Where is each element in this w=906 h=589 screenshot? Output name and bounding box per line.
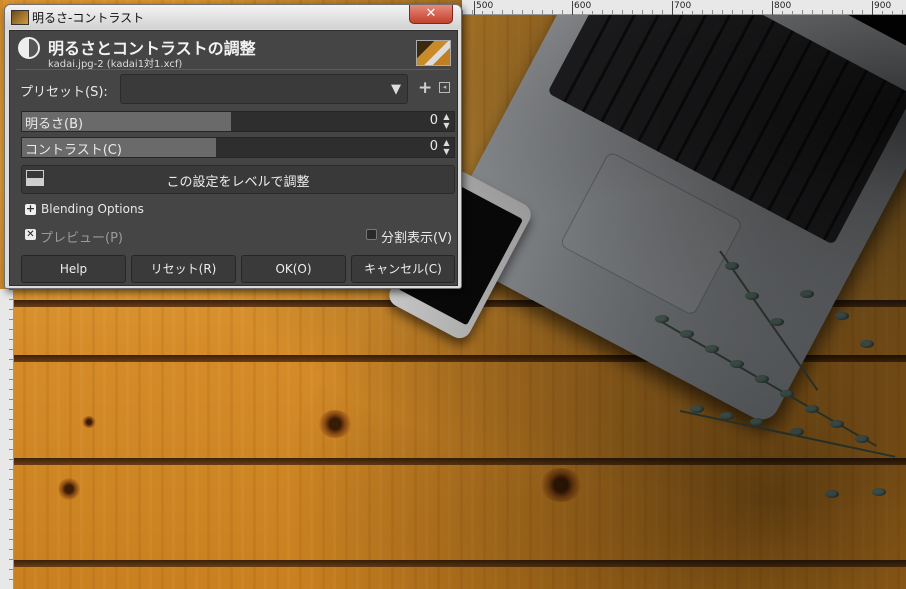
window-title: 明るさ-コントラスト: [32, 11, 145, 25]
brightness-value[interactable]: 0: [430, 113, 438, 128]
dialog-titlebar[interactable]: 明るさ-コントラスト ✕: [5, 5, 461, 29]
reset-button[interactable]: リセット(R): [131, 255, 236, 283]
brightness-contrast-dialog: 明るさ-コントラスト ✕ 明るさとコントラストの調整 kadai.jpg-2 (…: [4, 4, 462, 289]
preset-combobox[interactable]: ▼: [120, 74, 408, 104]
split-view-label[interactable]: 分割表示(V): [381, 227, 452, 246]
gimp-app-icon: [11, 10, 29, 25]
contrast-value[interactable]: 0: [430, 139, 438, 154]
chevron-down-icon: ▼: [391, 82, 401, 97]
cancel-button[interactable]: キャンセル(C): [351, 255, 455, 283]
preset-label: プリセット(S):: [20, 85, 108, 100]
divider: [16, 69, 450, 70]
brightness-label: 明るさ(B): [25, 117, 84, 132]
brightness-spin-arrows-icon[interactable]: ▲ ▼: [441, 112, 452, 131]
vertical-ruler[interactable]: [0, 289, 14, 589]
ruler-tick-label: 600: [571, 1, 594, 15]
contrast-spin-arrows-icon[interactable]: ▲ ▼: [441, 138, 452, 157]
split-view-checkbox[interactable]: [366, 229, 377, 240]
close-button[interactable]: ✕: [409, 5, 453, 24]
dialog-body: 明るさとコントラストの調整 kadai.jpg-2 (kadai1対1.xcf)…: [9, 30, 458, 286]
add-preset-icon[interactable]: +: [418, 78, 432, 98]
ruler-tick-label: 800: [771, 1, 794, 15]
brightness-slider[interactable]: 明るさ(B) 0 ▲ ▼: [21, 111, 455, 132]
blending-options-expander[interactable]: Blending Options: [41, 202, 144, 216]
ok-button[interactable]: OK(O): [241, 255, 346, 283]
preset-menu-icon[interactable]: ◂: [439, 82, 450, 93]
ruler-tick-label: 500: [473, 1, 496, 15]
image-thumbnail: [416, 40, 451, 66]
edit-as-levels-button[interactable]: この設定をレベルで調整: [21, 165, 455, 194]
preview-label[interactable]: プレビュー(P): [40, 227, 123, 246]
expand-plus-icon[interactable]: +: [25, 203, 36, 215]
horizontal-ruler[interactable]: 500 600 700 800 900: [462, 0, 906, 15]
edit-as-levels-label: この設定をレベルで調整: [166, 175, 310, 190]
image-name: kadai.jpg-2 (kadai1対1.xcf): [48, 59, 183, 70]
ruler-tick-label: 700: [671, 1, 694, 15]
ruler-tick-label: 900: [871, 1, 894, 15]
preview-checkbox[interactable]: ✕: [25, 229, 36, 240]
brightness-contrast-icon: [18, 37, 40, 59]
contrast-label: コントラスト(C): [25, 143, 122, 158]
contrast-slider[interactable]: コントラスト(C) 0 ▲ ▼: [21, 137, 455, 158]
help-button[interactable]: Help: [21, 255, 126, 283]
